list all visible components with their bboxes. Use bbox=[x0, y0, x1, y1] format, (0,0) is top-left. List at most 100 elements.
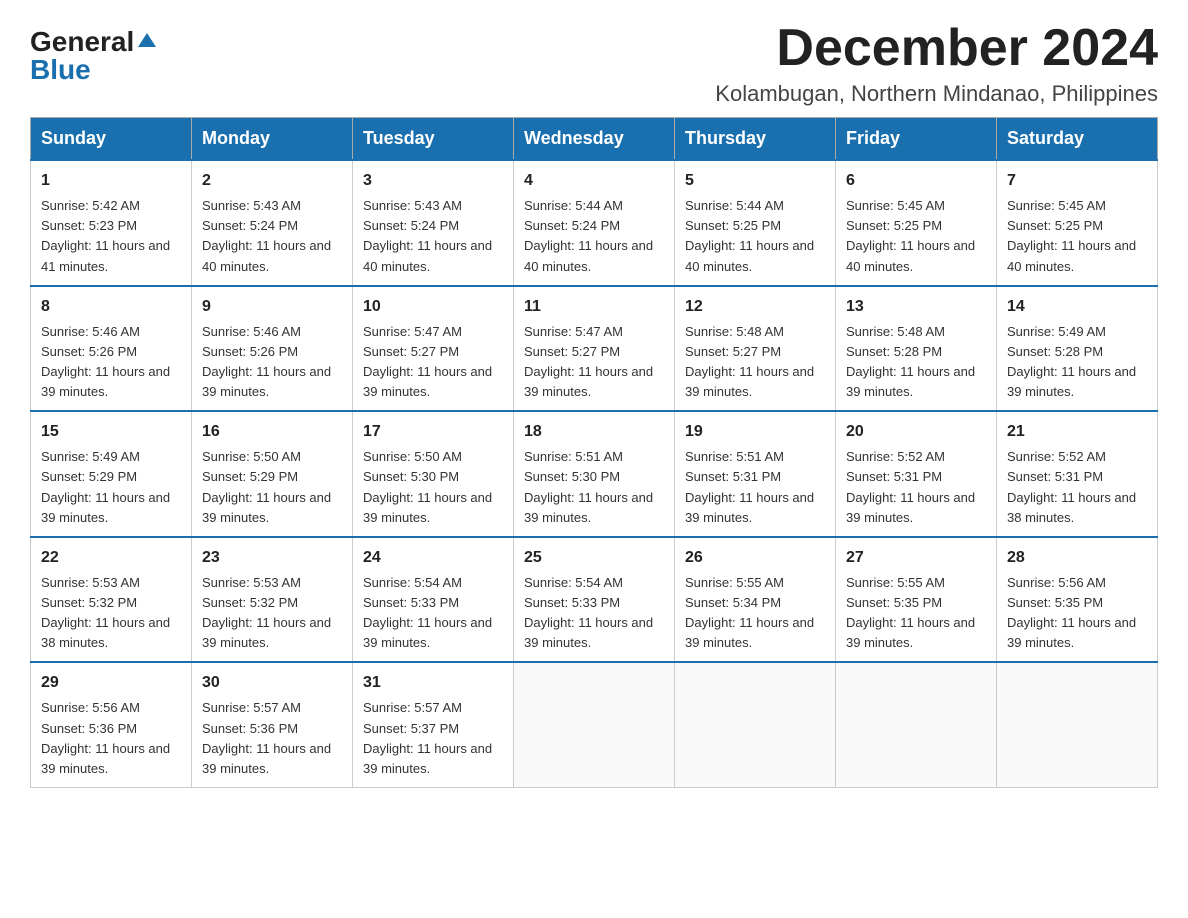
day-cell-23: 23Sunrise: 5:53 AMSunset: 5:32 PMDayligh… bbox=[192, 537, 353, 663]
day-info: Sunrise: 5:43 AMSunset: 5:24 PMDaylight:… bbox=[202, 196, 342, 277]
day-number: 27 bbox=[846, 546, 986, 570]
day-cell-1: 1 Sunrise: 5:42 AMSunset: 5:23 PMDaylight… bbox=[31, 160, 192, 286]
day-info: Sunrise: 5:52 AMSunset: 5:31 PMDaylight:… bbox=[846, 447, 986, 528]
day-cell-12: 12 Sunrise: 5:48 AMSunset: 5:27 PMDayligh… bbox=[675, 286, 836, 412]
week-row-4: 22 Sunrise: 5:53 AMSunset: 5:32 PMDayligh… bbox=[31, 537, 1158, 663]
day-number: 4 bbox=[524, 169, 664, 193]
day-number: 23 bbox=[202, 546, 342, 570]
day-info: Sunrise: 5:55 AMSunset: 5:35 PMDaylight:… bbox=[846, 573, 986, 654]
day-number: 1 bbox=[41, 169, 181, 193]
day-info: Sunrise: 5:50 AMSunset: 5:30 PMDaylight:… bbox=[363, 447, 503, 528]
day-info: Sunrise: 5:55 AMSunset: 5:34 PMDaylight:… bbox=[685, 573, 825, 654]
day-cell-11: 11 Sunrise: 5:47 AMSunset: 5:27 PMDayligh… bbox=[514, 286, 675, 412]
day-info: Sunrise: 5:45 AMSunset: 5:25 PMDaylight:… bbox=[846, 196, 986, 277]
day-number: 17 bbox=[363, 420, 503, 444]
day-number: 2 bbox=[202, 169, 342, 193]
day-cell-7: 7Sunrise: 5:45 AMSunset: 5:25 PMDaylight… bbox=[997, 160, 1158, 286]
day-info: Sunrise: 5:49 AMSunset: 5:29 PMDaylight:… bbox=[41, 447, 181, 528]
day-cell-18: 18 Sunrise: 5:51 AMSunset: 5:30 PMDayligh… bbox=[514, 411, 675, 537]
day-info: Sunrise: 5:51 AMSunset: 5:31 PMDaylight:… bbox=[685, 447, 825, 528]
weekday-header-friday: Friday bbox=[836, 118, 997, 161]
weekday-header-sunday: Sunday bbox=[31, 118, 192, 161]
day-number: 16 bbox=[202, 420, 342, 444]
day-cell-17: 17 Sunrise: 5:50 AMSunset: 5:30 PMDayligh… bbox=[353, 411, 514, 537]
weekday-header-thursday: Thursday bbox=[675, 118, 836, 161]
page-header: General Blue December 2024 Kolambugan, N… bbox=[30, 20, 1158, 107]
day-number: 28 bbox=[1007, 546, 1147, 570]
day-cell-10: 10 Sunrise: 5:47 AMSunset: 5:27 PMDayligh… bbox=[353, 286, 514, 412]
day-number: 21 bbox=[1007, 420, 1147, 444]
day-info: Sunrise: 5:43 AMSunset: 5:24 PMDaylight:… bbox=[363, 196, 503, 277]
day-number: 20 bbox=[846, 420, 986, 444]
day-cell-14: 14Sunrise: 5:49 AMSunset: 5:28 PMDayligh… bbox=[997, 286, 1158, 412]
day-number: 7 bbox=[1007, 169, 1147, 193]
day-info: Sunrise: 5:48 AMSunset: 5:27 PMDaylight:… bbox=[685, 322, 825, 403]
day-cell-13: 13Sunrise: 5:48 AMSunset: 5:28 PMDayligh… bbox=[836, 286, 997, 412]
day-info: Sunrise: 5:53 AMSunset: 5:32 PMDaylight:… bbox=[41, 573, 181, 654]
weekday-header-wednesday: Wednesday bbox=[514, 118, 675, 161]
day-number: 19 bbox=[685, 420, 825, 444]
day-number: 18 bbox=[524, 420, 664, 444]
day-cell-20: 20 Sunrise: 5:52 AMSunset: 5:31 PMDayligh… bbox=[836, 411, 997, 537]
weekday-header-monday: Monday bbox=[192, 118, 353, 161]
day-cell-16: 16 Sunrise: 5:50 AMSunset: 5:29 PMDayligh… bbox=[192, 411, 353, 537]
day-cell-2: 2 Sunrise: 5:43 AMSunset: 5:24 PMDaylight… bbox=[192, 160, 353, 286]
day-number: 12 bbox=[685, 295, 825, 319]
day-number: 11 bbox=[524, 295, 664, 319]
day-info: Sunrise: 5:52 AMSunset: 5:31 PMDaylight:… bbox=[1007, 447, 1147, 528]
day-number: 6 bbox=[846, 169, 986, 193]
day-number: 8 bbox=[41, 295, 181, 319]
day-info: Sunrise: 5:46 AMSunset: 5:26 PMDaylight:… bbox=[202, 322, 342, 403]
day-info: Sunrise: 5:57 AMSunset: 5:36 PMDaylight:… bbox=[202, 698, 342, 779]
empty-cell bbox=[514, 662, 675, 787]
day-cell-5: 5 Sunrise: 5:44 AMSunset: 5:25 PMDaylight… bbox=[675, 160, 836, 286]
day-cell-3: 3 Sunrise: 5:43 AMSunset: 5:24 PMDaylight… bbox=[353, 160, 514, 286]
location-title: Kolambugan, Northern Mindanao, Philippin… bbox=[715, 81, 1158, 107]
day-cell-26: 26Sunrise: 5:55 AMSunset: 5:34 PMDayligh… bbox=[675, 537, 836, 663]
day-info: Sunrise: 5:54 AMSunset: 5:33 PMDaylight:… bbox=[524, 573, 664, 654]
day-cell-9: 9 Sunrise: 5:46 AMSunset: 5:26 PMDaylight… bbox=[192, 286, 353, 412]
day-info: Sunrise: 5:46 AMSunset: 5:26 PMDaylight:… bbox=[41, 322, 181, 403]
day-cell-15: 15 Sunrise: 5:49 AMSunset: 5:29 PMDayligh… bbox=[31, 411, 192, 537]
empty-cell bbox=[675, 662, 836, 787]
day-info: Sunrise: 5:50 AMSunset: 5:29 PMDaylight:… bbox=[202, 447, 342, 528]
day-info: Sunrise: 5:44 AMSunset: 5:24 PMDaylight:… bbox=[524, 196, 664, 277]
day-number: 9 bbox=[202, 295, 342, 319]
day-cell-4: 4 Sunrise: 5:44 AMSunset: 5:24 PMDaylight… bbox=[514, 160, 675, 286]
day-number: 5 bbox=[685, 169, 825, 193]
day-info: Sunrise: 5:47 AMSunset: 5:27 PMDaylight:… bbox=[524, 322, 664, 403]
day-number: 30 bbox=[202, 671, 342, 695]
logo-arrow-icon bbox=[136, 29, 158, 51]
week-row-1: 1 Sunrise: 5:42 AMSunset: 5:23 PMDaylight… bbox=[31, 160, 1158, 286]
calendar-header-row: SundayMondayTuesdayWednesdayThursdayFrid… bbox=[31, 118, 1158, 161]
calendar-table: SundayMondayTuesdayWednesdayThursdayFrid… bbox=[30, 117, 1158, 788]
day-info: Sunrise: 5:49 AMSunset: 5:28 PMDaylight:… bbox=[1007, 322, 1147, 403]
day-info: Sunrise: 5:47 AMSunset: 5:27 PMDaylight:… bbox=[363, 322, 503, 403]
day-cell-22: 22 Sunrise: 5:53 AMSunset: 5:32 PMDayligh… bbox=[31, 537, 192, 663]
logo: General Blue bbox=[30, 20, 158, 84]
day-cell-24: 24Sunrise: 5:54 AMSunset: 5:33 PMDayligh… bbox=[353, 537, 514, 663]
weekday-header-saturday: Saturday bbox=[997, 118, 1158, 161]
week-row-5: 29Sunrise: 5:56 AMSunset: 5:36 PMDayligh… bbox=[31, 662, 1158, 787]
day-info: Sunrise: 5:44 AMSunset: 5:25 PMDaylight:… bbox=[685, 196, 825, 277]
empty-cell bbox=[836, 662, 997, 787]
week-row-2: 8 Sunrise: 5:46 AMSunset: 5:26 PMDaylight… bbox=[31, 286, 1158, 412]
month-title: December 2024 bbox=[715, 20, 1158, 77]
day-cell-19: 19 Sunrise: 5:51 AMSunset: 5:31 PMDayligh… bbox=[675, 411, 836, 537]
logo-general-text: General bbox=[30, 28, 134, 56]
week-row-3: 15 Sunrise: 5:49 AMSunset: 5:29 PMDayligh… bbox=[31, 411, 1158, 537]
day-number: 10 bbox=[363, 295, 503, 319]
day-info: Sunrise: 5:51 AMSunset: 5:30 PMDaylight:… bbox=[524, 447, 664, 528]
day-number: 13 bbox=[846, 295, 986, 319]
empty-cell bbox=[997, 662, 1158, 787]
day-info: Sunrise: 5:42 AMSunset: 5:23 PMDaylight:… bbox=[41, 196, 181, 277]
day-cell-29: 29Sunrise: 5:56 AMSunset: 5:36 PMDayligh… bbox=[31, 662, 192, 787]
day-number: 3 bbox=[363, 169, 503, 193]
day-info: Sunrise: 5:56 AMSunset: 5:35 PMDaylight:… bbox=[1007, 573, 1147, 654]
day-info: Sunrise: 5:57 AMSunset: 5:37 PMDaylight:… bbox=[363, 698, 503, 779]
day-number: 15 bbox=[41, 420, 181, 444]
day-number: 22 bbox=[41, 546, 181, 570]
logo-blue-text: Blue bbox=[30, 54, 91, 85]
day-number: 25 bbox=[524, 546, 664, 570]
day-cell-27: 27 Sunrise: 5:55 AMSunset: 5:35 PMDayligh… bbox=[836, 537, 997, 663]
